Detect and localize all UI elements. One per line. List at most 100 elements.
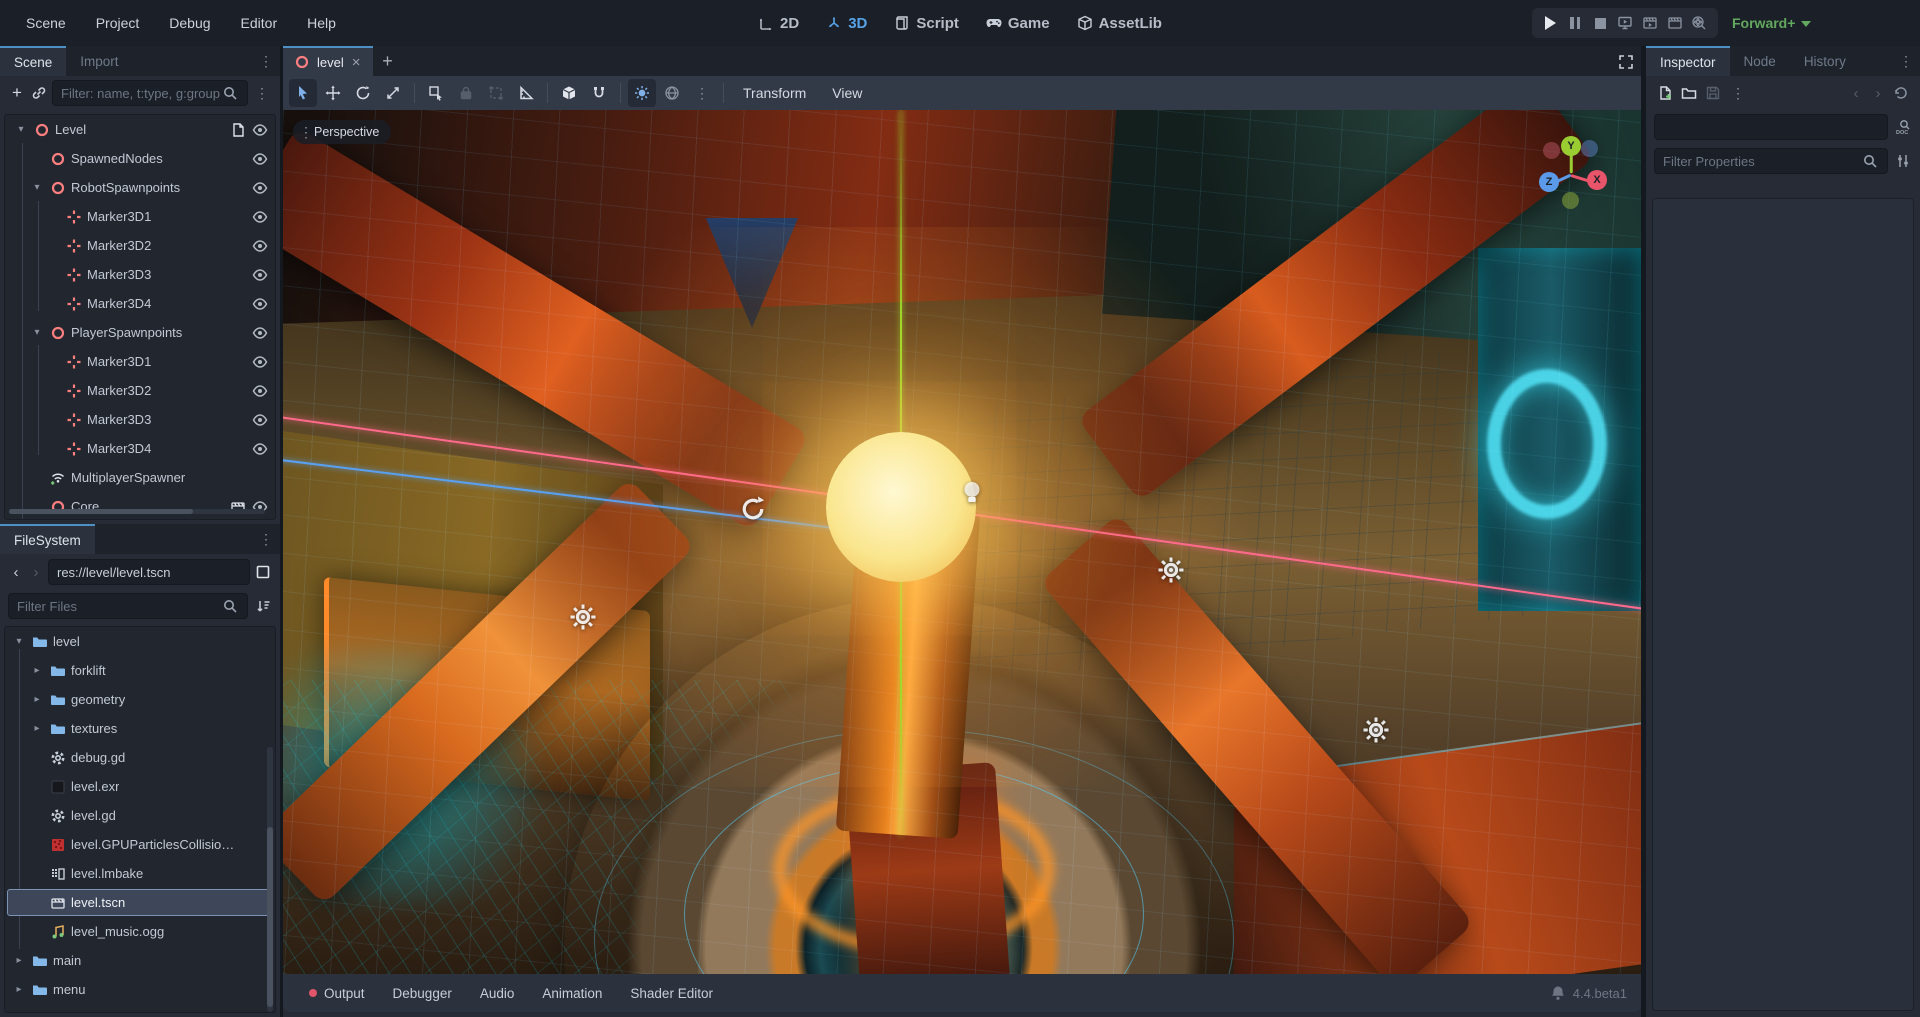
scene-tree-row[interactable]: MultiplayerSpawner	[5, 463, 275, 492]
resource-menu-icon[interactable]: ⋮	[1728, 85, 1748, 102]
scene-filter-input[interactable]: Filter: name, t:type, g:group	[52, 80, 248, 106]
file-tree-row[interactable]: level.lmbake	[5, 859, 275, 888]
rotate-gizmo-icon[interactable]	[738, 494, 768, 527]
scene-tree-row[interactable]: Marker3D2	[5, 231, 275, 260]
tab-filesystem[interactable]: FileSystem	[0, 524, 95, 554]
scene-tree-row[interactable]: Marker3D2	[5, 376, 275, 405]
bottom-tab-animation[interactable]: Animation	[530, 981, 614, 1006]
move-tool-button[interactable]	[319, 79, 347, 107]
nav-back-icon[interactable]: ‹	[8, 564, 24, 581]
snap-button[interactable]	[585, 79, 613, 107]
eye-icon[interactable]	[251, 208, 269, 226]
menu-scene[interactable]: Scene	[14, 10, 78, 36]
sun-environment-menu[interactable]: ⋮	[688, 79, 716, 107]
stop-button[interactable]	[1589, 12, 1611, 34]
menu-help[interactable]: Help	[295, 10, 348, 36]
eye-icon[interactable]	[251, 295, 269, 313]
distraction-free-icon[interactable]	[1617, 53, 1635, 71]
projection-menu[interactable]: ⋮ Perspective	[293, 120, 391, 144]
history-forward-icon[interactable]: ›	[1870, 85, 1886, 102]
new-scene-tab-button[interactable]: +	[373, 46, 403, 76]
eye-icon[interactable]	[251, 179, 269, 197]
movie-maker-button[interactable]	[1688, 12, 1710, 34]
instantiate-scene-button[interactable]	[30, 84, 48, 102]
scene-tree-row[interactable]: Core	[5, 492, 275, 520]
workspace-assetlib[interactable]: AssetLib	[1067, 9, 1171, 37]
collapse-chevron-icon[interactable]: ▾	[29, 327, 45, 338]
collapse-chevron-icon[interactable]: ▸	[29, 723, 45, 734]
scene-tab-level[interactable]: level ×	[283, 46, 373, 76]
file-tree-row[interactable]: debug.gd	[5, 743, 275, 772]
collapse-chevron-icon[interactable]: ▸	[11, 955, 27, 966]
collapse-chevron-icon[interactable]: ▸	[29, 665, 45, 676]
property-filter-input[interactable]: Filter Properties	[1654, 148, 1888, 174]
eye-icon[interactable]	[251, 353, 269, 371]
scale-tool-button[interactable]	[379, 79, 407, 107]
transform-menu[interactable]: Transform	[731, 79, 818, 107]
object-name-field[interactable]	[1654, 114, 1888, 140]
scene-tree-row[interactable]: Marker3D4	[5, 289, 275, 318]
menu-editor[interactable]: Editor	[229, 10, 290, 36]
file-tree-row[interactable]: level.exr	[5, 772, 275, 801]
workspace-game[interactable]: Game	[976, 9, 1059, 37]
select-tool-button[interactable]	[289, 79, 317, 107]
file-tree-row[interactable]: level.gd	[5, 801, 275, 830]
file-tree-row[interactable]: ▸main	[5, 946, 275, 975]
rotate-tool-button[interactable]	[349, 79, 377, 107]
menu-project[interactable]: Project	[84, 10, 152, 36]
scene-tree-row[interactable]: ▾Level	[5, 115, 275, 144]
viewport-3d[interactable]: ⋮ Perspective Y X Z	[283, 110, 1641, 974]
tab-inspector[interactable]: Inspector	[1646, 46, 1730, 76]
collapse-chevron-icon[interactable]: ▾	[13, 124, 29, 135]
ruler-button[interactable]	[512, 79, 540, 107]
file-tree-row[interactable]: level_music.ogg	[5, 917, 275, 946]
version-info[interactable]: 4.4.beta1	[1549, 984, 1627, 1002]
pause-button[interactable]	[1564, 12, 1586, 34]
save-resource-icon[interactable]	[1704, 84, 1722, 102]
scene-tree-row[interactable]: Marker3D3	[5, 405, 275, 434]
play-button[interactable]	[1539, 12, 1561, 34]
doc-search-icon[interactable]: DOC	[1894, 118, 1912, 136]
file-tree-row[interactable]: ▸geometry	[5, 685, 275, 714]
path-field[interactable]: res://level/level.tscn	[48, 559, 250, 585]
view-menu[interactable]: View	[820, 79, 874, 107]
workspace-2d[interactable]: 2D	[748, 9, 808, 37]
file-tree-row[interactable]: ▸menu	[5, 975, 275, 1004]
history-back-icon[interactable]: ‹	[1848, 85, 1864, 102]
scene-tree-menu-icon[interactable]: ⋮	[252, 85, 272, 102]
collapse-chevron-icon[interactable]: ▸	[29, 694, 45, 705]
collapse-chevron-icon[interactable]: ▸	[11, 984, 27, 995]
eye-icon[interactable]	[251, 324, 269, 342]
collapse-chevron-icon[interactable]: ▾	[29, 182, 45, 193]
dock-menu-icon[interactable]: ⋮	[256, 53, 276, 70]
sort-icon[interactable]	[254, 597, 272, 615]
script-icon[interactable]	[229, 121, 247, 139]
lock-button[interactable]	[452, 79, 480, 107]
light-gizmo-icon[interactable]	[1156, 555, 1186, 588]
workspace-3d[interactable]: 3D	[816, 9, 876, 37]
tab-history[interactable]: History	[1790, 46, 1860, 76]
horizontal-scrollbar[interactable]	[9, 509, 265, 514]
tab-scene[interactable]: Scene	[0, 46, 66, 76]
vertical-scrollbar[interactable]	[267, 747, 273, 1012]
nav-forward-icon[interactable]: ›	[28, 564, 44, 581]
scene-tree-row[interactable]: Marker3D1	[5, 347, 275, 376]
file-tree-row[interactable]: ▸textures	[5, 714, 275, 743]
scene-tree-row[interactable]: SpawnedNodes	[5, 144, 275, 173]
box-select-button[interactable]	[422, 79, 450, 107]
bottom-tab-output[interactable]: Output	[297, 981, 377, 1006]
eye-icon[interactable]	[251, 150, 269, 168]
eye-icon[interactable]	[251, 440, 269, 458]
file-tree-row[interactable]: level.GPUParticlesCollisio…	[5, 830, 275, 859]
object-history-icon[interactable]	[1892, 84, 1910, 102]
bottom-tab-debugger[interactable]: Debugger	[381, 981, 464, 1006]
tab-node[interactable]: Node	[1730, 46, 1790, 76]
light-bulb-gizmo-icon[interactable]	[957, 477, 987, 510]
dock-menu-icon[interactable]: ⋮	[256, 531, 276, 548]
axis-gizmo[interactable]: Y X Z	[1531, 136, 1615, 214]
eye-icon[interactable]	[251, 266, 269, 284]
property-tools-icon[interactable]	[1894, 152, 1912, 170]
file-tree-row[interactable]: ▸forklift	[5, 656, 275, 685]
group-button[interactable]	[482, 79, 510, 107]
add-node-button[interactable]: +	[8, 84, 26, 102]
